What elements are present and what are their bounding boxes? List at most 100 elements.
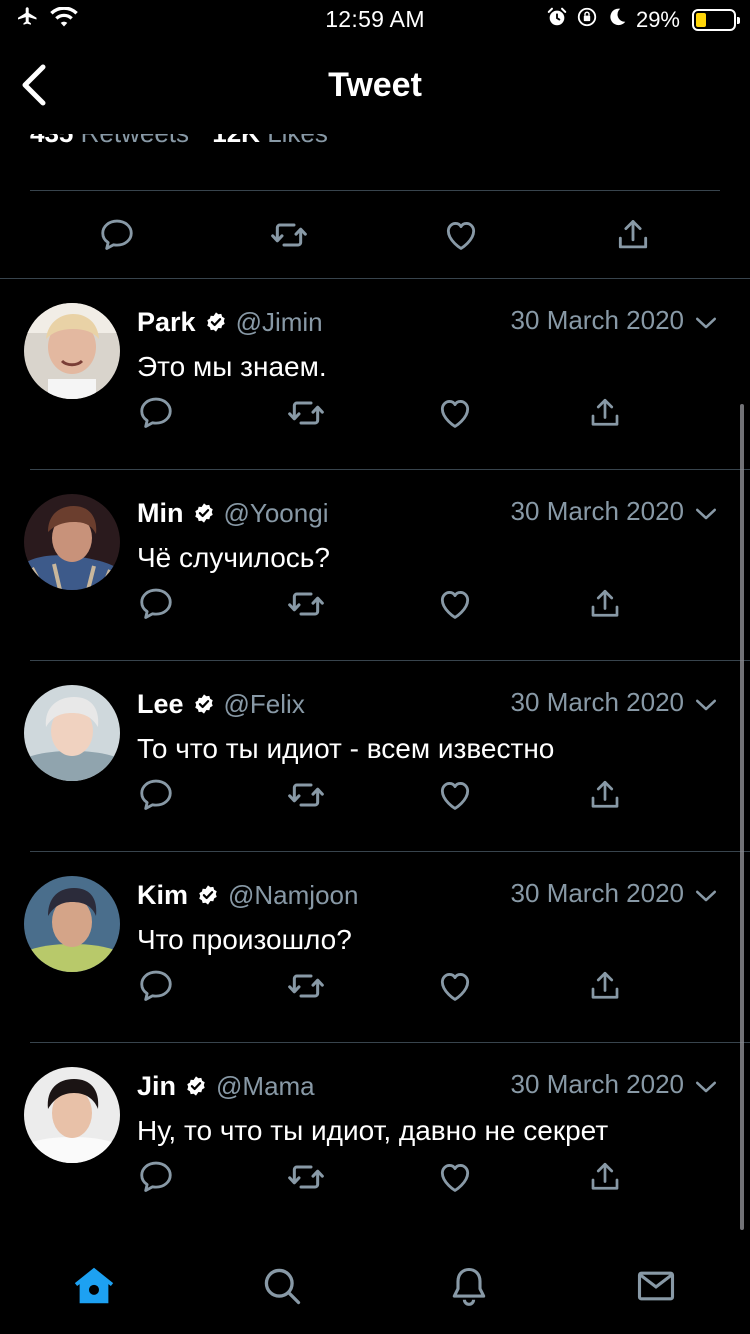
nav-header: Tweet <box>0 50 750 120</box>
reply-item[interactable]: Park @Jimin 30 March 2020 Это мы знаем. <box>0 279 750 470</box>
like-button[interactable] <box>433 1153 477 1201</box>
reply-header: Lee @Felix 30 March 2020 <box>137 687 720 721</box>
heart-icon <box>436 1158 474 1196</box>
chevron-down-icon[interactable] <box>692 500 720 528</box>
share-button[interactable] <box>583 962 627 1010</box>
reply-button[interactable] <box>134 771 178 819</box>
reply-text: Чё случилось? <box>137 542 330 573</box>
tab-messages[interactable] <box>626 1256 686 1316</box>
author-name[interactable]: Park <box>137 307 196 338</box>
mail-icon <box>637 1271 675 1301</box>
like-button[interactable] <box>433 389 477 437</box>
share-button[interactable] <box>583 771 627 819</box>
share-icon <box>587 586 623 622</box>
avatar[interactable] <box>24 685 120 781</box>
reply-button[interactable] <box>134 580 178 628</box>
reply-header: Jin @Mama 30 March 2020 <box>137 1069 720 1103</box>
author-handle[interactable]: @Yoongi <box>224 498 329 529</box>
header-overlap <box>0 120 750 134</box>
reply-item[interactable]: Lee @Felix 30 March 2020 То что ты идиот… <box>0 661 750 852</box>
share-icon <box>587 395 623 431</box>
author-handle[interactable]: @Mama <box>216 1071 315 1102</box>
reply-date: 30 March 2020 <box>510 878 684 908</box>
share-button[interactable] <box>583 580 627 628</box>
heart-icon <box>436 394 474 432</box>
author-name[interactable]: Jin <box>137 1071 176 1102</box>
like-button[interactable] <box>433 580 477 628</box>
avatar[interactable] <box>24 494 120 590</box>
tab-bar <box>0 1238 750 1334</box>
heart-icon <box>436 585 474 623</box>
reply-date: 30 March 2020 <box>510 496 684 526</box>
reply-header: Min @Yoongi 30 March 2020 <box>137 496 720 530</box>
verified-badge-icon <box>197 884 219 906</box>
verified-badge-icon <box>205 311 227 333</box>
avatar[interactable] <box>24 1067 120 1163</box>
tweet-actions <box>0 208 750 262</box>
reply-actions <box>0 1153 750 1201</box>
battery-level <box>696 13 706 27</box>
chevron-down-icon[interactable] <box>692 1073 720 1101</box>
heart-icon <box>436 776 474 814</box>
retweet-icon <box>286 1157 326 1197</box>
reply-icon <box>137 585 175 623</box>
retweet-icon <box>269 215 309 255</box>
reply-date: 30 March 2020 <box>510 1069 684 1099</box>
heart-icon <box>436 967 474 1005</box>
chevron-down-icon[interactable] <box>692 691 720 719</box>
retweet-button[interactable] <box>284 580 328 628</box>
author-handle[interactable]: @Jimin <box>236 307 323 338</box>
share-button[interactable] <box>583 1153 627 1201</box>
author-name[interactable]: Kim <box>137 880 188 911</box>
reply-text: Это мы знаем. <box>137 351 327 382</box>
reply-button[interactable] <box>134 962 178 1010</box>
verified-badge-icon <box>193 502 215 524</box>
reply-icon <box>137 776 175 814</box>
share-button[interactable] <box>583 389 627 437</box>
reply-actions <box>0 580 750 628</box>
avatar[interactable] <box>24 876 120 972</box>
retweet-button[interactable] <box>284 389 328 437</box>
reply-button[interactable] <box>134 1153 178 1201</box>
retweet-icon <box>286 584 326 624</box>
retweet-button[interactable] <box>284 962 328 1010</box>
tab-home[interactable] <box>64 1256 124 1316</box>
reply-item[interactable]: Min @Yoongi 30 March 2020 Чё случилось? <box>0 470 750 661</box>
chevron-down-icon[interactable] <box>692 882 720 910</box>
reply-button[interactable] <box>134 389 178 437</box>
bell-icon <box>452 1267 486 1306</box>
author-handle[interactable]: @Namjoon <box>228 880 358 911</box>
reply-button[interactable] <box>90 208 144 262</box>
status-bar: 12:59 AM 29% <box>0 0 750 40</box>
battery-percent: 29% <box>635 7 680 32</box>
verified-badge-icon <box>193 693 215 715</box>
author-handle[interactable]: @Felix <box>224 689 305 720</box>
share-button[interactable] <box>606 208 660 262</box>
reply-item[interactable]: Kim @Namjoon 30 March 2020 Что произошло… <box>0 852 750 1043</box>
home-icon <box>74 1267 114 1304</box>
like-button[interactable] <box>433 962 477 1010</box>
alarm-icon <box>546 6 568 34</box>
retweet-icon <box>286 393 326 433</box>
reply-icon <box>98 216 136 254</box>
tab-search[interactable] <box>252 1256 312 1316</box>
reply-item[interactable]: Jin @Mama 30 March 2020 Ну, то что ты ид… <box>0 1043 750 1234</box>
retweet-icon <box>286 775 326 815</box>
moon-icon <box>606 6 628 34</box>
scrollbar[interactable] <box>740 404 744 1230</box>
author-name[interactable]: Lee <box>137 689 184 720</box>
reply-text: Ну, то что ты идиот, давно не секрет <box>137 1115 609 1146</box>
retweet-button[interactable] <box>284 1153 328 1201</box>
verified-badge-icon <box>185 1075 207 1097</box>
reply-actions <box>0 389 750 437</box>
author-name[interactable]: Min <box>137 498 184 529</box>
retweet-button[interactable] <box>262 208 316 262</box>
tab-notifications[interactable] <box>439 1256 499 1316</box>
retweet-button[interactable] <box>284 771 328 819</box>
reply-icon <box>137 394 175 432</box>
like-button[interactable] <box>433 771 477 819</box>
like-button[interactable] <box>434 208 488 262</box>
heart-icon <box>442 216 480 254</box>
avatar[interactable] <box>24 303 120 399</box>
chevron-down-icon[interactable] <box>692 309 720 337</box>
